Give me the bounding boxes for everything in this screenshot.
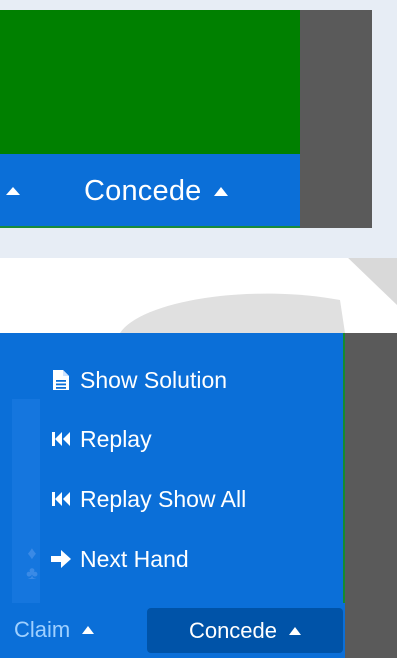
- side-panel: [345, 333, 397, 658]
- bottom-game-panel: ♦ ♣ Show Solution Replay Replay Show All…: [0, 333, 397, 658]
- bottom-action-bar: Claim Concede: [0, 603, 345, 658]
- caret-up-icon: [213, 186, 228, 196]
- top-action-bar: Concede: [0, 154, 300, 228]
- claim-label: Claim: [14, 617, 71, 642]
- rewind-icon: [50, 487, 72, 511]
- document-icon: [50, 368, 72, 392]
- claim-button[interactable]: Claim: [14, 615, 95, 645]
- side-panel: [300, 10, 372, 228]
- concede-dropup-menu: ♦ ♣ Show Solution Replay Replay Show All…: [0, 333, 345, 604]
- menu-item-label: Replay: [80, 425, 152, 452]
- menu-item-show-solution[interactable]: Show Solution: [50, 365, 227, 395]
- concede-label: Concede: [84, 174, 202, 207]
- caret-up-icon: [289, 626, 302, 635]
- menu-item-replay[interactable]: Replay: [50, 424, 152, 454]
- concede-label: Concede: [188, 617, 278, 643]
- caret-up-icon: [82, 626, 95, 634]
- concede-button-active[interactable]: Concede: [147, 608, 343, 653]
- menu-item-label: Replay Show All: [80, 485, 247, 512]
- claim-caret-icon[interactable]: [6, 187, 20, 195]
- top-game-panel: Concede: [0, 0, 397, 258]
- concede-button[interactable]: Concede: [84, 174, 228, 208]
- menu-item-label: Show Solution: [80, 366, 228, 393]
- card-suit-icon: ♦ ♣: [26, 543, 38, 583]
- menu-item-label: Next Hand: [80, 545, 189, 572]
- arrow-right-icon: [50, 547, 72, 571]
- menu-item-next-hand[interactable]: Next Hand: [50, 544, 189, 574]
- game-table-area: [0, 10, 300, 154]
- rewind-icon: [50, 427, 72, 451]
- menu-item-replay-show-all[interactable]: Replay Show All: [50, 484, 246, 514]
